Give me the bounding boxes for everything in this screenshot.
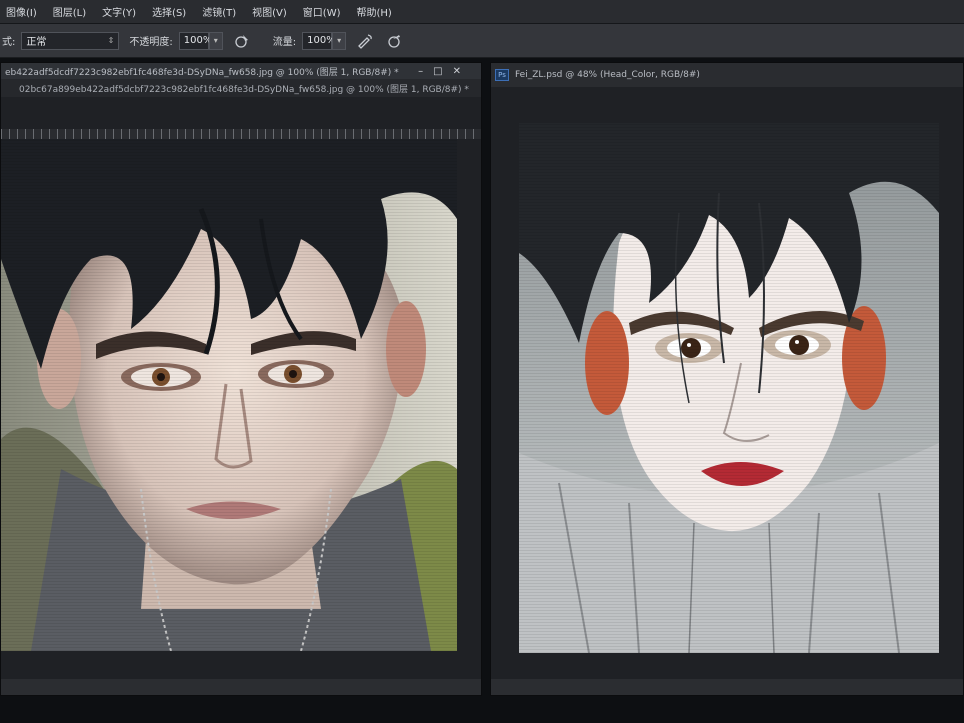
mode-select[interactable]: 正常 ⇕ [21, 31, 120, 50]
airbrush-icon[interactable] [356, 32, 374, 50]
flow-dropdown-icon[interactable]: ▾ [332, 31, 347, 50]
painting-portrait-image [519, 123, 939, 653]
doc-right-canvas[interactable] [519, 123, 939, 653]
menu-select[interactable]: 选择(S) [146, 4, 196, 19]
mode-label: 式: [2, 37, 16, 48]
menu-window[interactable]: 窗口(W) [297, 4, 351, 19]
photoshop-badge-icon: Ps [495, 69, 509, 81]
doc-right-status-bar [491, 679, 963, 695]
menu-image[interactable]: 图像(I) [0, 4, 47, 19]
minimize-icon[interactable]: – [418, 66, 423, 77]
mode-value: 正常 [26, 37, 47, 48]
menu-filter[interactable]: 滤镜(T) [196, 4, 246, 19]
flow-input[interactable]: 100% [302, 31, 336, 50]
close-icon[interactable]: ✕ [453, 66, 461, 77]
doc-left-window-controls: – □ ✕ [418, 63, 461, 79]
doc-left-canvas[interactable] [1, 139, 457, 651]
menu-view[interactable]: 视图(V) [246, 4, 297, 19]
opacity-input[interactable]: 100% [178, 31, 212, 50]
opacity-dropdown-icon[interactable]: ▾ [208, 31, 223, 50]
select-arrows-icon: ⇕ [107, 36, 115, 45]
doc-left-title: eb422adf5dcdf7223c982ebf1fc468fe3d-DSyDN… [5, 67, 399, 78]
doc-right-titlebar[interactable]: Ps Fei_ZL.psd @ 48% (Head_Color, RGB/8#) [491, 63, 963, 87]
maximize-icon[interactable]: □ [433, 66, 442, 77]
options-bar: 式: 正常 ⇕ 不透明度: 100% ▾ 流量: 100% ▾ [0, 24, 964, 58]
pressure-opacity-svg [235, 34, 248, 48]
pressure-size-icon[interactable] [386, 32, 404, 50]
doc-left-status-bar [1, 679, 481, 695]
doc-left-tab[interactable]: 02bc67a899eb422adf5dcbf7223c982ebf1fc468… [1, 79, 481, 97]
menu-help[interactable]: 帮助(H) [351, 4, 402, 19]
doc-right-title: Fei_ZL.psd @ 48% (Head_Color, RGB/8#) [515, 70, 700, 80]
menu-layer[interactable]: 图层(L) [47, 4, 96, 19]
pressure-size-svg [388, 34, 401, 48]
pressure-opacity-icon[interactable] [233, 32, 251, 50]
document-window-right: Ps Fei_ZL.psd @ 48% (Head_Color, RGB/8#) [490, 62, 964, 696]
menu-type[interactable]: 文字(Y) [96, 4, 146, 19]
doc-left-titlebar[interactable]: eb422adf5dcdf7223c982ebf1fc468fe3d-DSyDN… [1, 63, 481, 79]
reference-portrait-image [1, 139, 457, 651]
doc-left-tab-label: 02bc67a899eb422adf5dcbf7223c982ebf1fc468… [19, 84, 469, 95]
airbrush-svg [358, 33, 372, 49]
flow-label: 流量: [272, 37, 297, 48]
menu-bar: 图像(I) 图层(L) 文字(Y) 选择(S) 滤镜(T) 视图(V) 窗口(W… [0, 0, 964, 24]
opacity-label: 不透明度: [129, 37, 173, 48]
document-window-left: eb422adf5dcdf7223c982ebf1fc468fe3d-DSyDN… [0, 62, 482, 696]
doc-left-ruler [1, 129, 481, 139]
